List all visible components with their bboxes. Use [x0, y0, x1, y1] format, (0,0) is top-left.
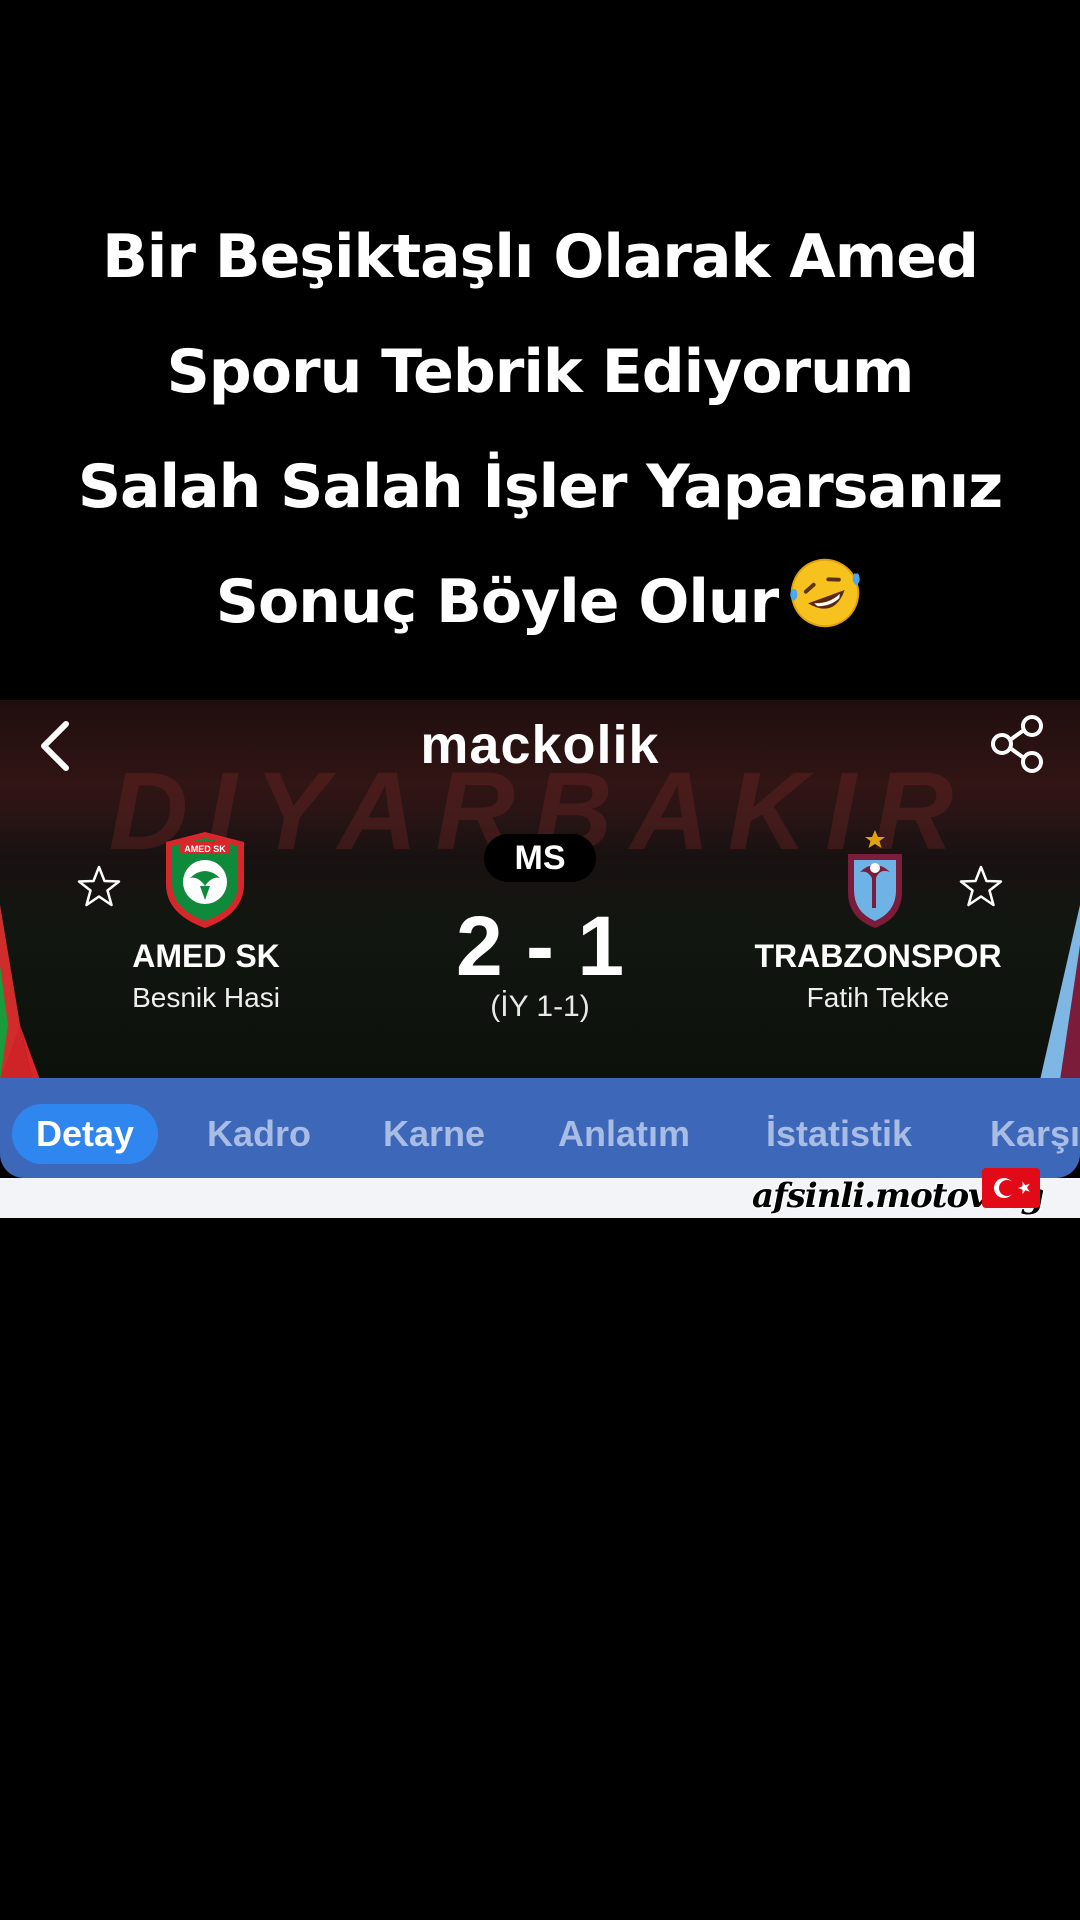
creator-watermark: afsinli.motovlog: [752, 1168, 1052, 1224]
halftime-score: (İY 1-1): [490, 990, 590, 1023]
match-status-badge: MS: [484, 834, 596, 882]
match-card: DIYARBAKIR mackolik MS 2 - 1 (İY 1-1) AM…: [0, 700, 1080, 1218]
rolling-on-floor-laughing-emoji-icon: [790, 558, 860, 628]
caption-line-3: Salah Salah İşler Yaparsanız: [77, 452, 1003, 522]
turkish-flag-icon: [982, 1168, 1040, 1208]
match-tab-bar: Detay Kadro Karne Anlatım İstatistik Kar…: [0, 1078, 1080, 1178]
caption-line-4-text: Sonuç Böyle Olur: [215, 567, 779, 637]
caption-line-4: Sonuç Böyle Olur: [0, 545, 1080, 660]
favorite-away-star-icon[interactable]: [958, 864, 1004, 910]
home-team-coach: Besnik Hasi: [132, 982, 280, 1013]
caption-line-2: Sporu Tebrik Ediyorum: [166, 337, 915, 407]
away-team-name[interactable]: TRABZONSPOR: [708, 938, 1048, 975]
tab-karsilastirma[interactable]: Karşı: [990, 1104, 1080, 1164]
caption-line-1: Bir Beşiktaşlı Olarak Amed: [102, 222, 979, 292]
amed-sk-badge-text: AMED SK: [184, 844, 226, 854]
app-logo: mackolik: [420, 715, 660, 775]
tab-detay[interactable]: Detay: [12, 1104, 159, 1164]
top-bar: mackolik: [0, 700, 1080, 790]
tab-anlatim[interactable]: Anlatım: [558, 1104, 690, 1164]
home-team-name[interactable]: AMED SK: [36, 938, 376, 975]
share-icon[interactable]: [986, 712, 1050, 776]
match-score: 2 - 1: [455, 899, 625, 993]
amed-sk-logo-icon[interactable]: AMED SK: [160, 828, 250, 932]
video-caption: Bir Beşiktaşlı Olarak Amed Sporu Tebrik …: [0, 200, 1080, 660]
trabzonspor-logo-icon[interactable]: [830, 828, 920, 932]
favorite-home-star-icon[interactable]: [76, 864, 122, 910]
tab-karne[interactable]: Karne: [383, 1104, 485, 1164]
away-team-coach: Fatih Tekke: [806, 982, 950, 1013]
tab-kadro[interactable]: Kadro: [207, 1104, 311, 1164]
tab-istatistik[interactable]: İstatistik: [766, 1104, 912, 1164]
